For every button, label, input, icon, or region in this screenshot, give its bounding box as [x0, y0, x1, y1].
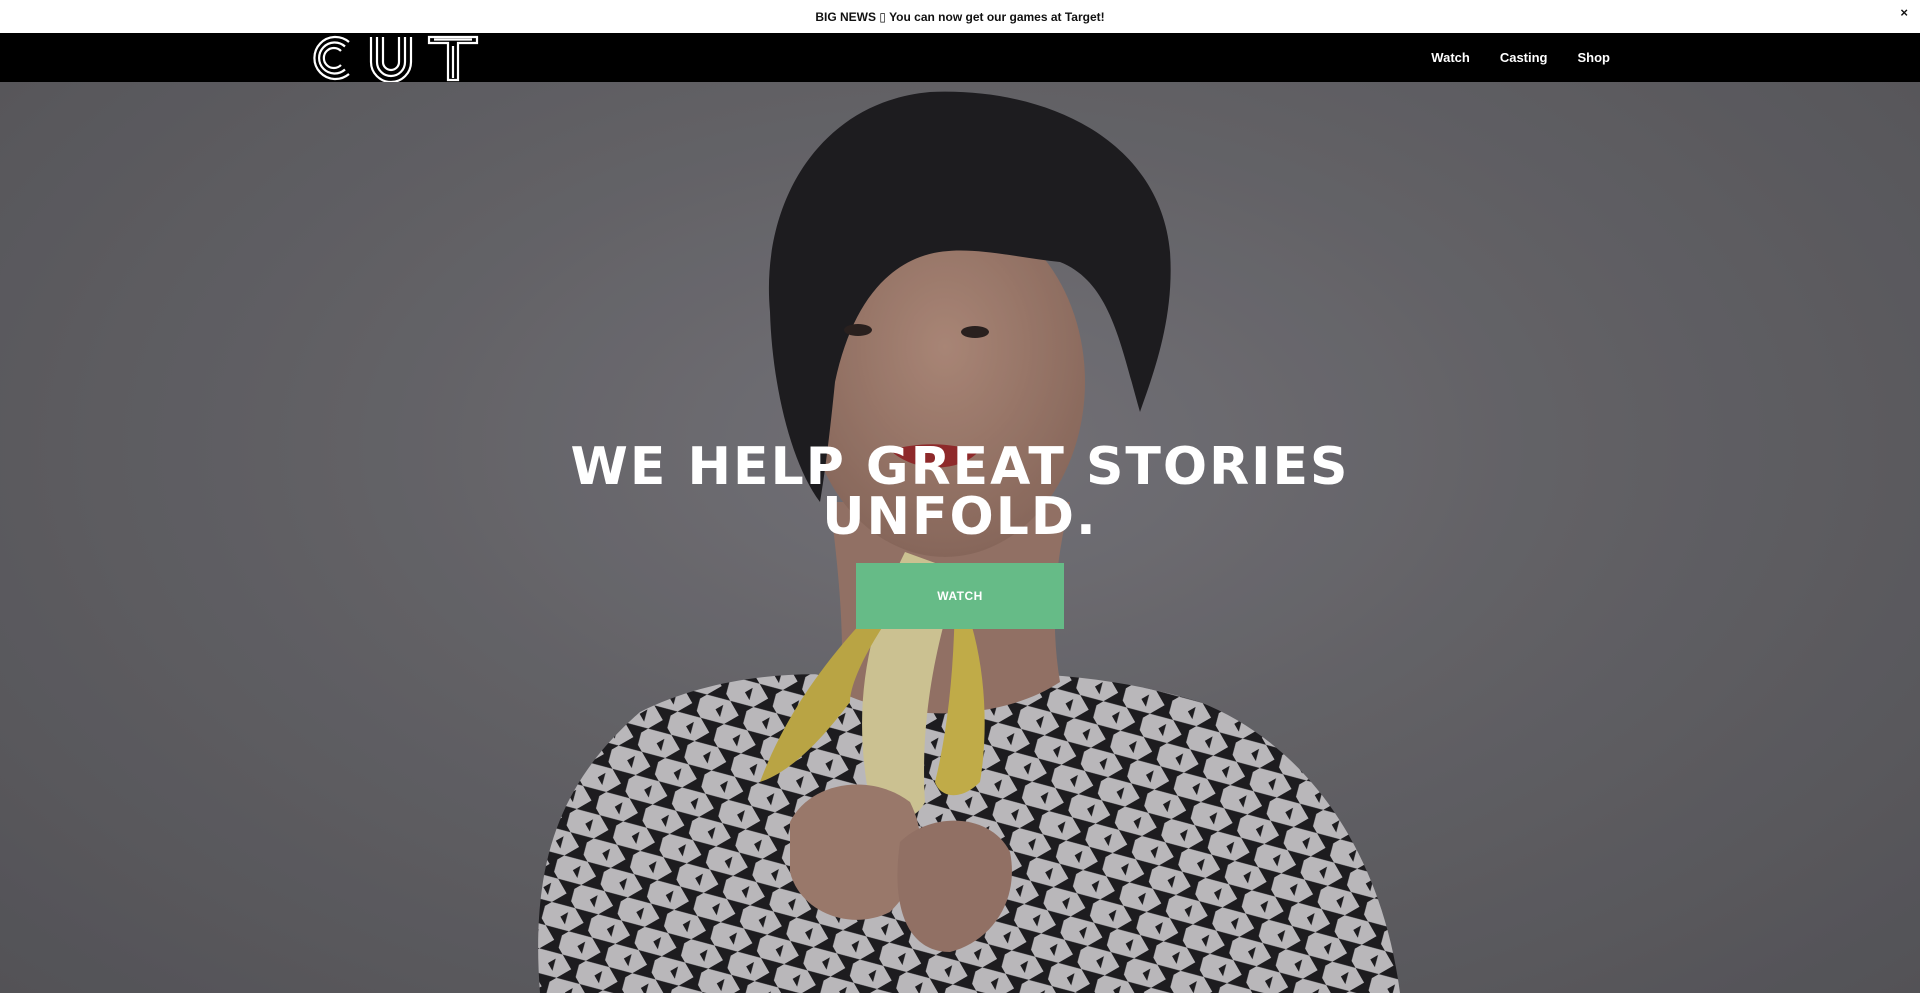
nav-casting[interactable]: Casting: [1500, 50, 1548, 65]
announcement-text: BIG NEWS ▯ You can now get our games at …: [815, 9, 1105, 24]
watch-button[interactable]: WATCH: [856, 563, 1064, 629]
hero-headline-line-2: UNFOLD.: [822, 487, 1098, 547]
close-icon[interactable]: ×: [1900, 6, 1908, 19]
hero-headline-line-1: WE HELP GREAT STORIES: [570, 437, 1350, 497]
hero-headline: WE HELP GREAT STORIES UNFOLD.: [0, 437, 1920, 547]
main-nav: Watch Casting Shop: [1431, 33, 1610, 82]
cut-logo[interactable]: [309, 34, 479, 82]
hero-section: WE HELP GREAT STORIES UNFOLD. WATCH: [0, 82, 1920, 993]
announcement-bar: BIG NEWS ▯ You can now get our games at …: [0, 0, 1920, 33]
nav-shop[interactable]: Shop: [1578, 50, 1611, 65]
nav-watch[interactable]: Watch: [1431, 50, 1470, 65]
site-header: Watch Casting Shop: [0, 33, 1920, 82]
